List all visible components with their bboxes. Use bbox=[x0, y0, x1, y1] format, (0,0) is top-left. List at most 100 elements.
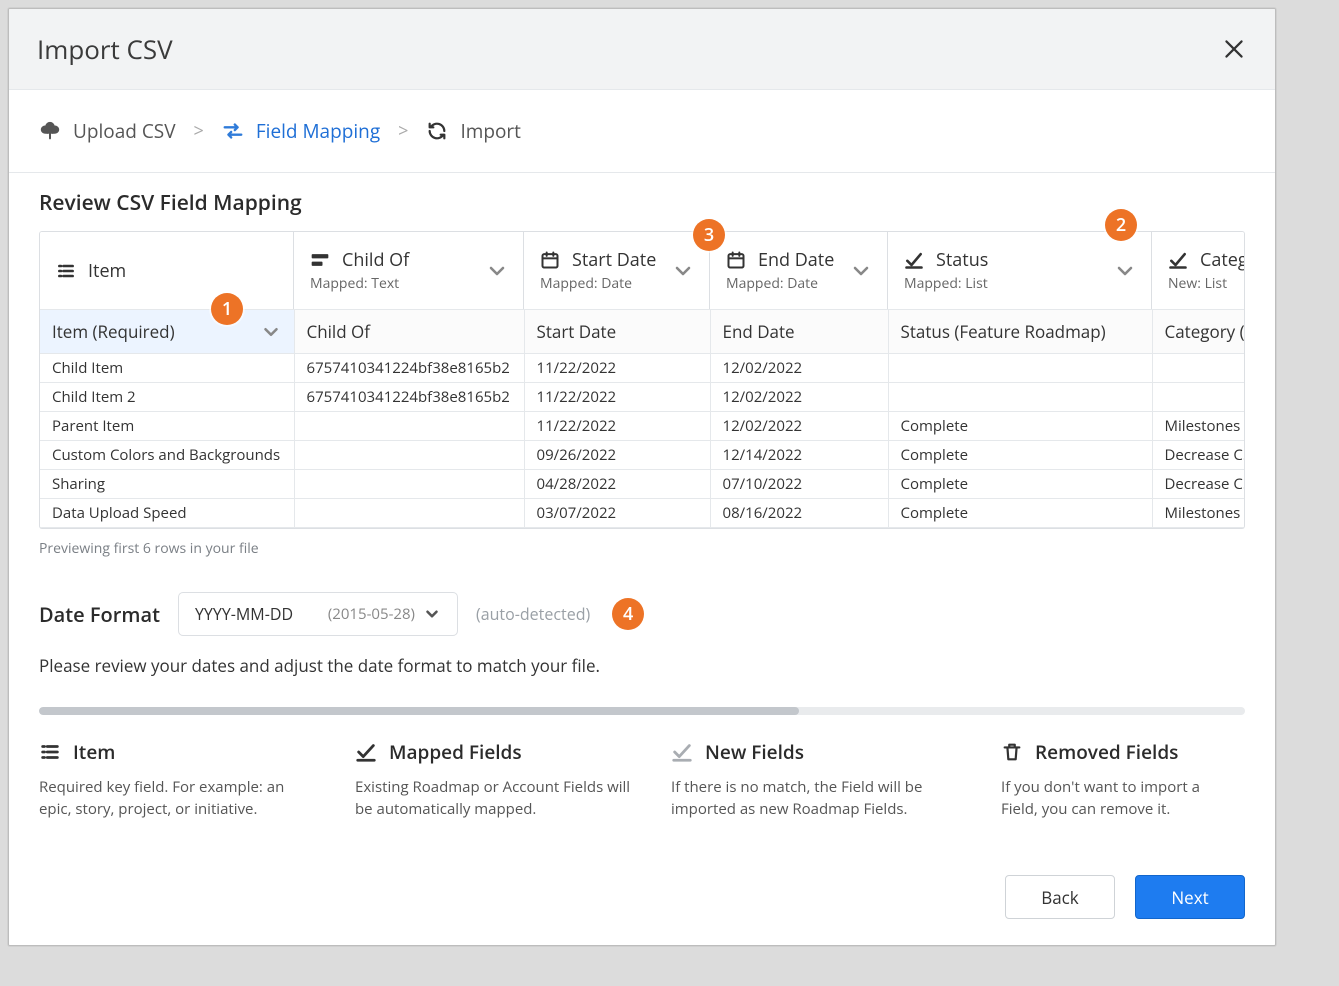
cell-category: Decrease Churn bbox=[1152, 470, 1245, 499]
close-button[interactable] bbox=[1221, 36, 1247, 62]
cell-category bbox=[1152, 354, 1245, 383]
annotation-bubble-1: 1 bbox=[211, 293, 243, 325]
modal-footer: Back Next bbox=[9, 855, 1275, 945]
date-format-example: (2015-05-28) bbox=[328, 604, 415, 624]
table-row: Sharing 04/28/202207/10/2022CompleteDecre… bbox=[40, 470, 1245, 499]
chevron-down-icon bbox=[849, 259, 873, 283]
check-underline-icon bbox=[904, 250, 924, 270]
cell-start: 11/22/2022 bbox=[524, 412, 710, 441]
cell-child_of bbox=[294, 499, 524, 528]
cell-item: Data Upload Speed bbox=[40, 499, 294, 528]
legend-description: Existing Roadmap or Account Fields will … bbox=[355, 777, 635, 821]
wizard-steps: Upload CSV > Field Mapping > Import bbox=[9, 90, 1275, 173]
map-card-sublabel: Mapped: Date bbox=[540, 274, 663, 293]
cell-category bbox=[1152, 383, 1245, 412]
cell-end: 12/02/2022 bbox=[710, 412, 888, 441]
preview-table: Item (Required) Child Of Start Date End … bbox=[39, 309, 1245, 529]
date-format-value: YYYY-MM-DD bbox=[195, 603, 293, 625]
refresh-icon bbox=[426, 120, 448, 142]
cell-category: Milestones bbox=[1152, 412, 1245, 441]
column-header-child-of: Child Of bbox=[294, 310, 524, 354]
cell-status: Complete bbox=[888, 441, 1152, 470]
map-card-label: Start Date bbox=[572, 248, 656, 272]
table-row: Child Item 26757410341224bf38e8165b211/2… bbox=[40, 383, 1245, 412]
map-card-start-date[interactable]: Start Date Mapped: Date bbox=[524, 232, 710, 309]
map-card-child-of[interactable]: Child Of Mapped: Text bbox=[294, 232, 524, 309]
map-card-category[interactable]: Category New: List bbox=[1152, 232, 1245, 309]
legend: Item Required key field. For example: an… bbox=[39, 739, 1245, 821]
next-button[interactable]: Next bbox=[1135, 875, 1245, 919]
step-import[interactable]: Import bbox=[426, 118, 521, 144]
table-row: Custom Colors and Backgrounds09/26/20221… bbox=[40, 441, 1245, 470]
cell-start: 09/26/2022 bbox=[524, 441, 710, 470]
date-format-note: Please review your dates and adjust the … bbox=[39, 654, 1245, 677]
map-card-end-date[interactable]: End Date Mapped: Date bbox=[710, 232, 888, 309]
cell-status: Complete bbox=[888, 412, 1152, 441]
annotation-bubble-3: 3 bbox=[693, 219, 725, 251]
modal-header: Import CSV bbox=[9, 9, 1275, 90]
map-card-sublabel: Mapped: Date bbox=[726, 274, 841, 293]
list-icon bbox=[56, 261, 76, 281]
map-card-label: Status bbox=[936, 248, 988, 272]
text-field-icon bbox=[310, 250, 330, 270]
table-row: Data Upload Speed03/07/202208/16/2022Com… bbox=[40, 499, 1245, 528]
step-field-mapping[interactable]: Field Mapping bbox=[222, 118, 380, 144]
step-separator: > bbox=[398, 119, 408, 143]
cell-start: 03/07/2022 bbox=[524, 499, 710, 528]
date-format-label: Date Format bbox=[39, 601, 160, 628]
step-upload-csv[interactable]: Upload CSV bbox=[39, 118, 176, 144]
cell-child_of: 6757410341224bf38e8165b2 bbox=[294, 354, 524, 383]
mapping-icon bbox=[222, 120, 244, 142]
cell-status: Complete bbox=[888, 499, 1152, 528]
cell-start: 04/28/2022 bbox=[524, 470, 710, 499]
cell-status bbox=[888, 383, 1152, 412]
cell-item: Child Item bbox=[40, 354, 294, 383]
cell-status: Complete bbox=[888, 470, 1152, 499]
table-row: Child Item6757410341224bf38e8165b211/22/… bbox=[40, 354, 1245, 383]
cell-start: 11/22/2022 bbox=[524, 354, 710, 383]
annotation-bubble-4: 4 bbox=[612, 598, 644, 630]
cell-end: 07/10/2022 bbox=[710, 470, 888, 499]
cell-category: Milestones bbox=[1152, 499, 1245, 528]
close-icon bbox=[1221, 36, 1247, 62]
map-card-item: Item bbox=[40, 232, 294, 309]
legend-title: New Fields bbox=[705, 739, 804, 765]
chevron-down-icon bbox=[423, 605, 441, 623]
check-underline-icon bbox=[671, 741, 693, 763]
map-card-status[interactable]: Status Mapped: List bbox=[888, 232, 1152, 309]
map-card-label: Child Of bbox=[342, 248, 409, 272]
check-underline-icon bbox=[355, 741, 377, 763]
column-header-status: Status (Feature Roadmap) bbox=[888, 310, 1152, 354]
chevron-down-icon bbox=[485, 259, 509, 283]
column-header-start-date: Start Date bbox=[524, 310, 710, 354]
back-button[interactable]: Back bbox=[1005, 875, 1115, 919]
cell-item: Child Item 2 bbox=[40, 383, 294, 412]
cell-end: 12/02/2022 bbox=[710, 383, 888, 412]
legend-title: Mapped Fields bbox=[389, 739, 522, 765]
map-card-sublabel: New: List bbox=[1168, 274, 1245, 293]
cell-child_of bbox=[294, 412, 524, 441]
chevron-down-icon bbox=[260, 321, 282, 343]
divider-bar-fill bbox=[39, 707, 799, 715]
legend-description: If you don't want to import a Field, you… bbox=[1001, 777, 1215, 821]
legend-title: Removed Fields bbox=[1035, 739, 1178, 765]
divider-bar bbox=[39, 707, 1245, 715]
step-label: Upload CSV bbox=[73, 118, 176, 144]
cell-item: Sharing bbox=[40, 470, 294, 499]
cell-child_of bbox=[294, 441, 524, 470]
legend-title: Item bbox=[73, 739, 115, 765]
map-card-label: Category bbox=[1200, 248, 1245, 272]
legend-removed: Removed Fields If you don't want to impo… bbox=[1001, 739, 1245, 821]
date-format-select[interactable]: YYYY-MM-DD (2015-05-28) bbox=[178, 592, 458, 636]
cell-child_of: 6757410341224bf38e8165b2 bbox=[294, 383, 524, 412]
step-label: Field Mapping bbox=[256, 118, 380, 144]
column-header-item[interactable]: Item (Required) bbox=[40, 310, 294, 354]
check-underline-icon bbox=[1168, 250, 1188, 270]
legend-description: Required key field. For example: an epic… bbox=[39, 777, 319, 821]
modal-title: Import CSV bbox=[37, 31, 173, 67]
legend-description: If there is no match, the Field will be … bbox=[671, 777, 951, 821]
cell-item: Custom Colors and Backgrounds bbox=[40, 441, 294, 470]
cell-start: 11/22/2022 bbox=[524, 383, 710, 412]
legend-mapped: Mapped Fields Existing Roadmap or Accoun… bbox=[355, 739, 671, 821]
annotation-bubble-2: 2 bbox=[1105, 209, 1137, 241]
